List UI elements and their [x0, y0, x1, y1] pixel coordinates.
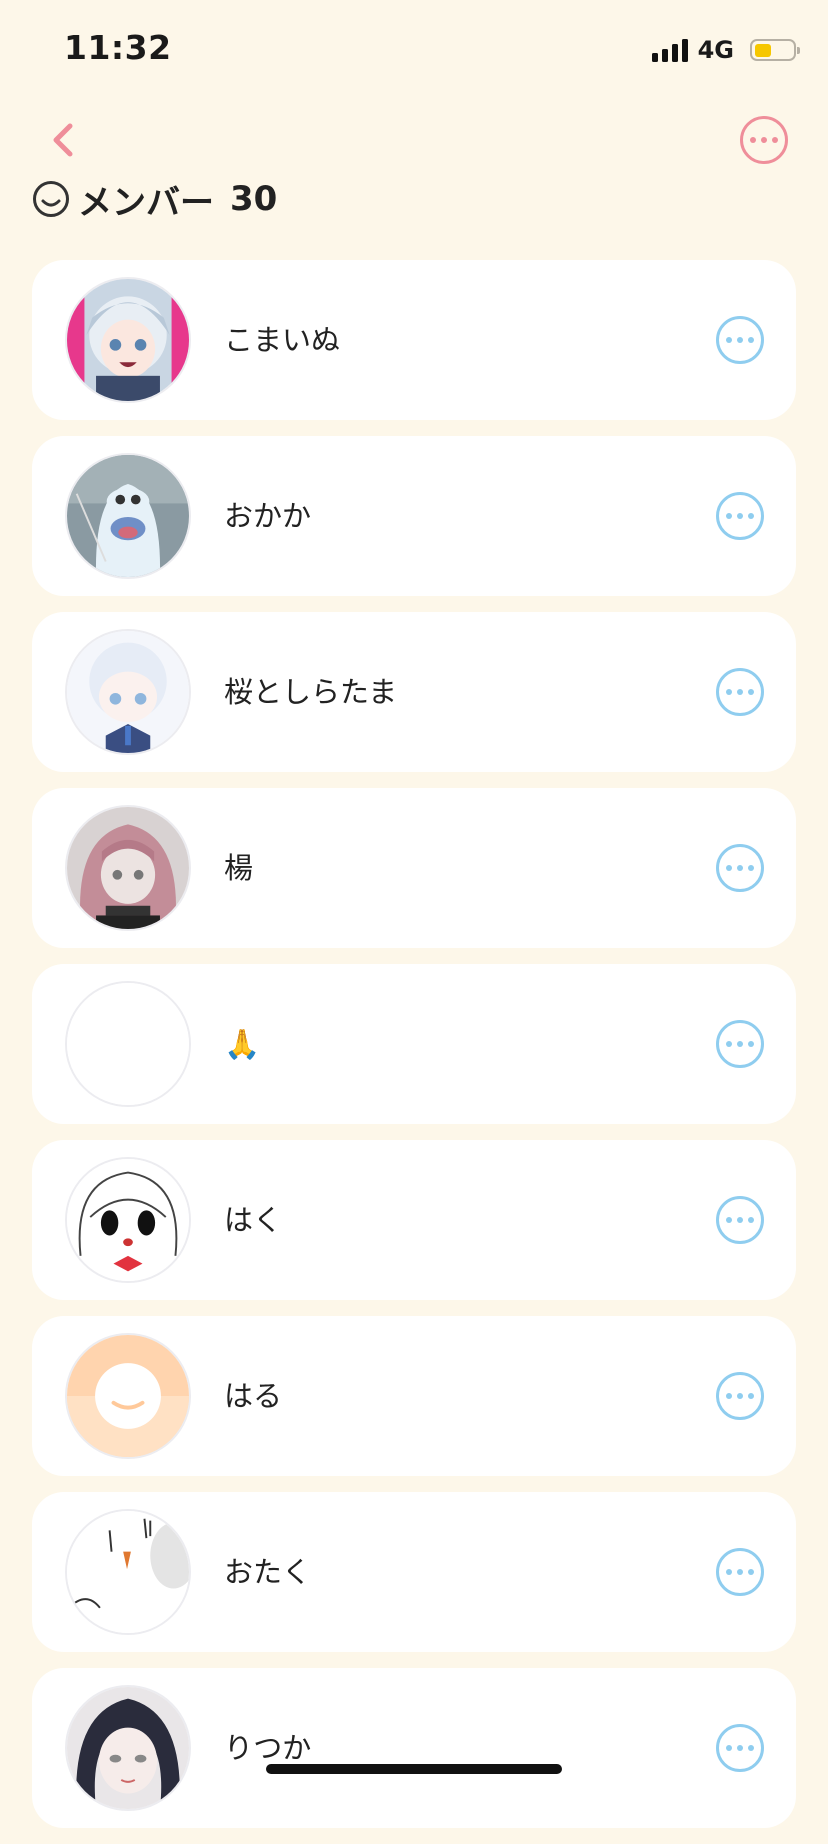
- member-list: こまいぬ おかか 桜としらたま 楊 🙏 はく はる おたく りつか: [32, 260, 796, 1844]
- member-row[interactable]: こまいぬ: [32, 260, 796, 420]
- cellular-signal-icon: [651, 38, 688, 62]
- member-row[interactable]: 楊: [32, 788, 796, 948]
- ghost-avatar-icon: [67, 455, 189, 577]
- member-avatar[interactable]: [65, 629, 191, 755]
- member-name: こまいぬ: [224, 323, 341, 357]
- status-time: 11:32: [64, 28, 172, 67]
- status-bar: 11:32 4G: [0, 0, 828, 100]
- member-more-button[interactable]: [716, 316, 764, 364]
- ellipsis-dot: [772, 137, 778, 143]
- anime-avatar-icon: [67, 1687, 189, 1809]
- ellipsis-dot: [748, 1745, 754, 1751]
- member-more-button[interactable]: [716, 1548, 764, 1596]
- ellipsis-dot: [748, 1569, 754, 1575]
- member-avatar[interactable]: [65, 277, 191, 403]
- ellipsis-dot: [748, 865, 754, 871]
- anime-avatar-icon: [67, 631, 189, 753]
- ellipsis-dot: [726, 865, 732, 871]
- ellipsis-dot: [737, 1745, 743, 1751]
- blank-avatar-icon: [67, 983, 189, 1105]
- ellipsis-dot: [726, 1217, 732, 1223]
- member-avatar[interactable]: [65, 1333, 191, 1459]
- member-name: 楊: [224, 851, 254, 885]
- battery-level: [755, 44, 771, 57]
- member-avatar[interactable]: [65, 453, 191, 579]
- more-options-button[interactable]: [740, 116, 788, 164]
- ellipsis-dot: [726, 1393, 732, 1399]
- member-name: はく: [224, 1203, 283, 1237]
- member-row[interactable]: 🙏: [32, 964, 796, 1124]
- member-name: おたく: [224, 1555, 312, 1589]
- ellipsis-dot: [726, 513, 732, 519]
- ellipsis-dot: [748, 1041, 754, 1047]
- ellipsis-dot: [737, 1393, 743, 1399]
- ellipsis-dot: [737, 1569, 743, 1575]
- ellipsis-dot: [726, 1041, 732, 1047]
- ellipsis-dot: [761, 137, 767, 143]
- member-name: 桜としらたま: [224, 675, 398, 709]
- members-section-header: メンバー 30: [32, 176, 278, 223]
- ellipsis-dot: [737, 865, 743, 871]
- ellipsis-dot: [748, 1393, 754, 1399]
- member-more-button[interactable]: [716, 844, 764, 892]
- member-name: 🙏: [224, 1027, 261, 1061]
- member-avatar[interactable]: [65, 1509, 191, 1635]
- ellipsis-dot: [726, 689, 732, 695]
- member-row[interactable]: りつか: [32, 1668, 796, 1828]
- member-more-button[interactable]: [716, 668, 764, 716]
- smiley-avatar-icon: [67, 1335, 189, 1457]
- sketch-avatar-icon: [67, 1511, 189, 1633]
- member-row[interactable]: おたく: [32, 1492, 796, 1652]
- ellipsis-dot: [726, 1745, 732, 1751]
- member-name: おかか: [224, 499, 312, 533]
- member-row[interactable]: はく: [32, 1140, 796, 1300]
- back-button[interactable]: [44, 116, 84, 164]
- ellipsis-dot: [726, 337, 732, 343]
- member-avatar[interactable]: [65, 805, 191, 931]
- member-more-button[interactable]: [716, 1372, 764, 1420]
- member-avatar[interactable]: [65, 1157, 191, 1283]
- member-count: 30: [230, 179, 278, 219]
- network-type: 4G: [697, 36, 734, 64]
- section-title: メンバー: [78, 182, 214, 223]
- chibi-avatar-icon: [67, 1159, 189, 1281]
- member-avatar[interactable]: [65, 981, 191, 1107]
- member-row[interactable]: はる: [32, 1316, 796, 1476]
- ellipsis-dot: [737, 1041, 743, 1047]
- ellipsis-dot: [737, 513, 743, 519]
- ellipsis-dot: [737, 1217, 743, 1223]
- ellipsis-dot: [737, 337, 743, 343]
- member-row[interactable]: 桜としらたま: [32, 612, 796, 772]
- member-more-button[interactable]: [716, 1020, 764, 1068]
- member-more-button[interactable]: [716, 1724, 764, 1772]
- chevron-left-icon: [53, 123, 73, 157]
- ellipsis-dot: [748, 337, 754, 343]
- ellipsis-dot: [748, 689, 754, 695]
- ellipsis-dot: [750, 137, 756, 143]
- home-indicator[interactable]: [266, 1764, 562, 1774]
- member-avatar[interactable]: [65, 1685, 191, 1811]
- member-more-button[interactable]: [716, 492, 764, 540]
- anime-avatar-icon: [67, 279, 189, 401]
- member-row[interactable]: おかか: [32, 436, 796, 596]
- anime-avatar-icon: [67, 807, 189, 929]
- ellipsis-dot: [748, 1217, 754, 1223]
- member-more-button[interactable]: [716, 1196, 764, 1244]
- battery-icon: [750, 39, 800, 61]
- ellipsis-dot: [737, 689, 743, 695]
- smiley-face-icon: [33, 181, 69, 217]
- ellipsis-dot: [748, 513, 754, 519]
- member-name: はる: [224, 1379, 283, 1413]
- status-indicators: 4G: [651, 36, 800, 64]
- ellipsis-dot: [726, 1569, 732, 1575]
